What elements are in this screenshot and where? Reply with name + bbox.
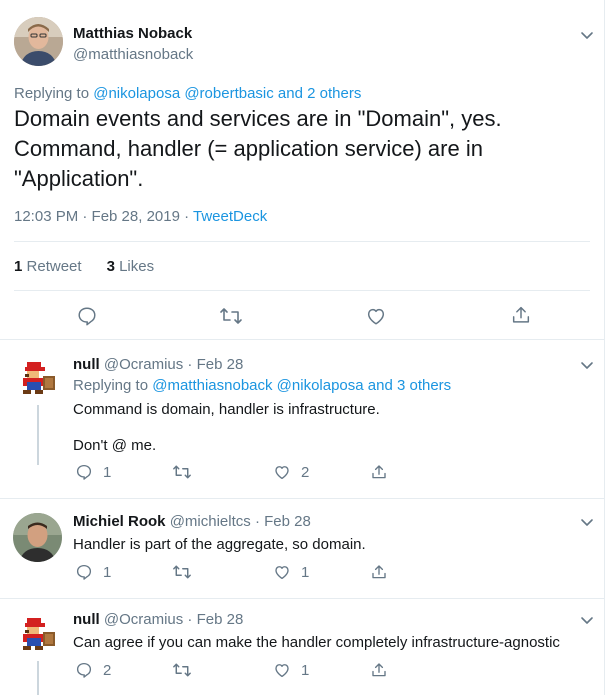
like-count: 1	[301, 563, 310, 581]
reply-avatar[interactable]	[13, 608, 62, 657]
chevron-down-icon[interactable]	[578, 356, 596, 379]
chevron-down-icon[interactable]	[578, 513, 596, 536]
retweet-icon[interactable]	[219, 305, 243, 332]
reply-avatar[interactable]	[13, 352, 62, 401]
timestamp[interactable]: 12:03 PM · Feb 28, 2019 ·	[14, 208, 193, 225]
reply-name[interactable]: Michiel Rook	[73, 513, 166, 530]
reply-header: Michiel Rook @michieltcs · Feb 28	[73, 513, 311, 530]
like-action[interactable]: 2	[273, 463, 309, 481]
share-icon	[372, 465, 386, 479]
like-action[interactable]: 1	[273, 661, 309, 679]
retweet-label: Retweet	[26, 258, 82, 275]
reply-header: null @Ocramius · Feb 28	[73, 611, 243, 628]
retweet-icon	[173, 465, 191, 479]
divider	[14, 290, 590, 291]
share-icon[interactable]	[510, 304, 532, 331]
reply-handle[interactable]: @Ocramius	[104, 356, 183, 373]
reply-action[interactable]: 1	[75, 463, 111, 481]
like-count: 2	[301, 463, 310, 481]
reply-name[interactable]: null	[73, 356, 100, 373]
retweet-icon	[173, 565, 191, 579]
replying-to-prefix: Replying to	[14, 85, 90, 102]
like-icon	[275, 566, 289, 580]
replying-to-users[interactable]: @nikolaposa @robertbasic and 2 others	[93, 85, 361, 102]
like-action[interactable]: 1	[273, 563, 309, 581]
retweet-icon	[173, 663, 191, 677]
chevron-down-icon[interactable]	[578, 26, 596, 49]
reply-icon	[76, 564, 92, 580]
reply-text-line: Don't @ me.	[73, 437, 157, 454]
author-handle[interactable]: @matthiasnoback	[73, 46, 193, 63]
reply-action[interactable]: 2	[75, 661, 111, 679]
reply-avatar[interactable]	[13, 513, 62, 562]
tweet-text-line: "Application".	[14, 166, 144, 191]
reply-handle[interactable]: @michieltcs	[170, 513, 251, 530]
reply-text-line: Command is domain, handler is infrastruc…	[73, 401, 380, 418]
author-name[interactable]: Matthias Noback	[73, 25, 192, 42]
tweet-text-line: Command, handler (= application service)…	[14, 136, 483, 161]
share-icon	[372, 565, 386, 579]
retweet-action[interactable]	[172, 563, 202, 581]
tweet-source[interactable]: TweetDeck	[193, 208, 267, 225]
reply-count: 1	[103, 563, 112, 581]
divider	[0, 339, 604, 340]
replying-to-prefix: Replying to	[73, 377, 149, 394]
like-icon[interactable]	[365, 305, 387, 332]
replying-to-users[interactable]: @matthiasnoback @nikolaposa and 3 others	[152, 377, 451, 394]
thread-line	[37, 661, 39, 695]
author-avatar[interactable]	[14, 17, 63, 66]
retweet-action[interactable]	[172, 661, 202, 679]
like-stat[interactable]: 3 Likes	[107, 258, 155, 275]
tweet-text: Domain events and services are in "Domai…	[14, 104, 502, 194]
like-count: 3	[106, 258, 115, 275]
reply-text: Handler is part of the aggregate, so dom…	[73, 536, 366, 553]
like-icon	[275, 466, 289, 480]
share-action[interactable]	[370, 563, 388, 581]
reply-text: Command is domain, handler is infrastruc…	[73, 400, 380, 456]
share-icon	[372, 663, 386, 677]
reply-count: 1	[103, 463, 112, 481]
reply-name[interactable]: null	[73, 611, 100, 628]
reply-icon[interactable]	[76, 305, 98, 332]
reply-header: null @Ocramius · Feb 28	[73, 356, 243, 373]
retweet-count: 1	[14, 258, 23, 275]
reply-handle[interactable]: @Ocramius	[104, 611, 183, 628]
share-action[interactable]	[370, 661, 388, 679]
chevron-down-icon[interactable]	[578, 611, 596, 634]
reply-date[interactable]: · Feb 28	[187, 356, 243, 373]
like-icon	[275, 664, 289, 678]
engagement-stats: 1 Retweet 3 Likes	[14, 258, 154, 275]
reply-date[interactable]: · Feb 28	[255, 513, 311, 530]
reply-action[interactable]: 1	[75, 563, 111, 581]
tweet-meta: 12:03 PM · Feb 28, 2019 · TweetDeck	[14, 208, 267, 225]
reply-icon	[76, 464, 92, 480]
reply-date[interactable]: · Feb 28	[187, 611, 243, 628]
replying-to-line: Replying to @nikolaposa @robertbasic and…	[14, 85, 361, 102]
share-action[interactable]	[370, 463, 388, 481]
divider	[14, 241, 590, 242]
reply-text: Can agree if you can make the handler co…	[73, 634, 560, 651]
reply-icon	[76, 662, 92, 678]
retweet-action[interactable]	[172, 463, 202, 481]
reply-count: 2	[103, 661, 112, 679]
like-label: Likes	[119, 258, 155, 275]
divider	[0, 498, 604, 499]
tweet-detail-view: Matthias Noback @matthiasnoback Replying…	[0, 0, 605, 695]
retweet-stat[interactable]: 1 Retweet	[14, 258, 82, 275]
like-count: 1	[301, 661, 310, 679]
tweet-text-line: Domain events and services are in "Domai…	[14, 106, 502, 131]
thread-line	[37, 405, 39, 465]
divider	[0, 598, 604, 599]
replying-to-line: Replying to @matthiasnoback @nikolaposa …	[73, 377, 451, 394]
